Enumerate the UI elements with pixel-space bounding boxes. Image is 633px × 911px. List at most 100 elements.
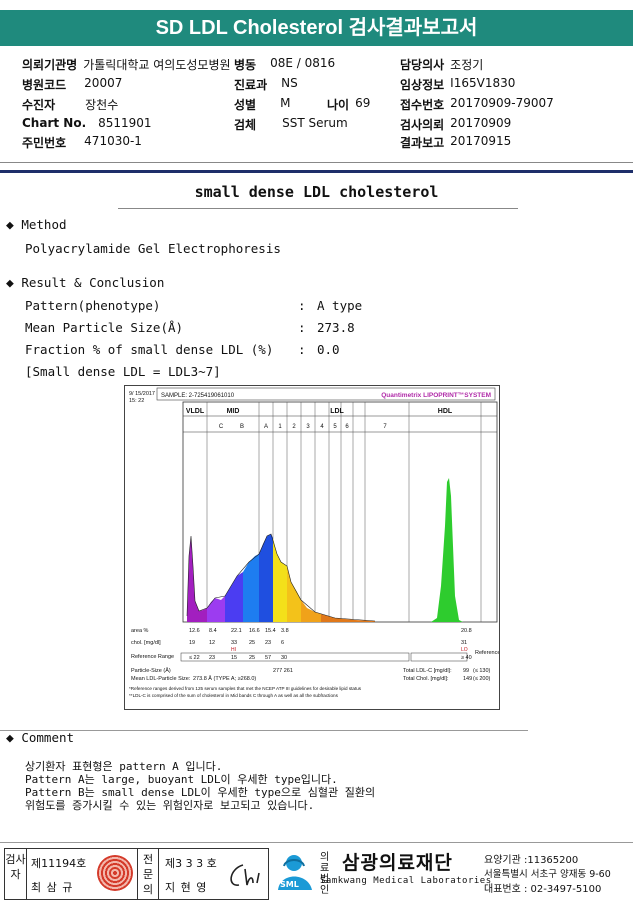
subband-label: 5 bbox=[333, 424, 337, 430]
area-value: 8.4 bbox=[209, 628, 217, 634]
comment-heading: ◆ Comment bbox=[6, 730, 75, 746]
total-chol-value: 149 bbox=[463, 676, 472, 682]
total-ldl-label: Total LDL-C [mg/dl]: bbox=[403, 668, 452, 674]
ref-label-right: Reference Range bbox=[475, 650, 499, 656]
specialist-title: 전문의 bbox=[137, 849, 159, 899]
ref-value: ≤ 22 bbox=[189, 655, 200, 661]
comment-line: 위험도를 증가시킬 수 있는 위험인자로 보고되고 있습니다. bbox=[25, 799, 315, 812]
chol-value: 6 bbox=[281, 640, 284, 646]
subband-label: 4 bbox=[320, 424, 324, 430]
particle-size-value: 277 261 bbox=[273, 668, 293, 674]
chol-value: 33 bbox=[231, 640, 237, 646]
result-label-size: Mean Particle Size(Å) bbox=[25, 320, 184, 335]
ref-value: 23 bbox=[209, 655, 215, 661]
mean-size-label: Mean LDL-Particle Size: bbox=[131, 676, 191, 682]
tester-name: 최 삼 규 bbox=[31, 881, 74, 894]
ref-value: 30 bbox=[281, 655, 287, 661]
mid-a-area bbox=[243, 554, 259, 622]
footnote-2: **LDL-C is comprised of the sum of chole… bbox=[129, 693, 339, 698]
org-address: 서울특별시 서초구 양재동 9-60 bbox=[484, 869, 611, 880]
report-title: small dense LDL cholesterol bbox=[194, 183, 439, 201]
diamond-icon: ◆ bbox=[6, 276, 14, 291]
total-ldl-value: 99 bbox=[463, 668, 469, 674]
ref-box-hdl bbox=[410, 652, 468, 662]
sml-logo-icon bbox=[278, 855, 312, 890]
area-label: area % bbox=[131, 628, 149, 634]
chol-label: chol. [mg/dl] bbox=[131, 640, 161, 646]
footnote-1: *Reference ranges derived from 125 serum… bbox=[129, 686, 362, 691]
org-english: Samkwang Medical Laboratories bbox=[320, 876, 492, 886]
specimen-row: 검체 SST Serum bbox=[234, 116, 348, 132]
sml-logo: SML bbox=[272, 850, 318, 896]
particle-size-label: Particle-Size (Å) bbox=[131, 667, 171, 674]
subband-label: A bbox=[264, 424, 268, 430]
subband-label: 2 bbox=[292, 424, 296, 430]
chol-value: 12 bbox=[209, 640, 215, 646]
area-value: 15.4 bbox=[265, 628, 276, 634]
area-value: 3.8 bbox=[281, 628, 289, 634]
request-row: 검사의뢰 20170909 bbox=[400, 116, 512, 132]
result-value-fraction: 0.0 bbox=[317, 342, 340, 357]
lipoprint-svg: 9/ 15/201715: 22 SAMPLE: 2-725419061010 Qu… bbox=[129, 387, 499, 698]
ref-label: Reference Range bbox=[131, 654, 174, 660]
subband-label: 3 bbox=[306, 424, 310, 430]
org-type: 의료법인 bbox=[320, 852, 330, 896]
ldl-2-area bbox=[273, 538, 287, 622]
org-phone: 대표번호 : 02-3497-5100 bbox=[484, 884, 602, 895]
area-value: 22.1 bbox=[231, 628, 242, 634]
total-chol-ref: (≤ 200) bbox=[473, 676, 491, 682]
lipoprint-chart: 9/ 15/2017 15: 22 SAMPLE: 2-725419061010 Qu… bbox=[124, 385, 500, 710]
mid-b-area bbox=[225, 572, 243, 622]
result-colon: : bbox=[298, 298, 306, 313]
result-value-size: 273.8 bbox=[317, 320, 355, 335]
mid-c-area bbox=[207, 596, 225, 622]
total-ldl-ref: (≤ 130) bbox=[473, 668, 491, 674]
clinical-row: 임상정보 I165V1830 bbox=[400, 76, 516, 92]
receipt-row: 접수번호 20170909-79007 bbox=[400, 96, 554, 112]
total-chol-label: Total Chol. [mg/dl]: bbox=[403, 676, 449, 682]
code-row: 병원코드 20007 bbox=[22, 76, 123, 92]
tester-title: 검사자 bbox=[5, 849, 27, 899]
title-underline bbox=[118, 208, 518, 209]
report-row: 결과보고 20170915 bbox=[400, 134, 512, 150]
ldl-4-area bbox=[301, 600, 321, 622]
diamond-icon: ◆ bbox=[6, 731, 14, 746]
divider-thin bbox=[0, 162, 633, 163]
chol-value: 23 bbox=[265, 640, 271, 646]
ref-value: 25 bbox=[249, 655, 255, 661]
diamond-icon: ◆ bbox=[6, 218, 14, 233]
chol-value: 25 bbox=[249, 640, 255, 646]
subband-label: C bbox=[219, 424, 224, 430]
area-value: 16.6 bbox=[249, 628, 260, 634]
band-label-mid: MID bbox=[227, 408, 240, 415]
signature-box: 검사자 제11194호 최 삼 규 전문의 제3 3 3 호 지 현 영 bbox=[4, 848, 269, 900]
specialist-name: 지 현 영 bbox=[165, 881, 208, 894]
result-heading: ◆ Result & Conclusion bbox=[6, 275, 165, 291]
subband-label: B bbox=[240, 424, 244, 430]
subband-label: 6 bbox=[345, 424, 349, 430]
divider-thick bbox=[0, 170, 633, 173]
seal-stamp bbox=[97, 855, 133, 891]
result-colon: : bbox=[298, 320, 306, 335]
hdl-area bbox=[431, 478, 463, 622]
ldl-1-area bbox=[259, 534, 273, 622]
signature-scribble bbox=[230, 864, 260, 886]
chart-no-row: Chart No. 8511901 bbox=[22, 116, 152, 130]
method-text: Polyacrylamide Gel Electrophoresis bbox=[25, 241, 281, 256]
mean-size-value: 273.8 Å (TYPE A; ≥268.0) bbox=[193, 675, 256, 682]
subband-label: 1 bbox=[278, 424, 282, 430]
band-label-hdl: HDL bbox=[438, 408, 453, 415]
chol-value: 19 bbox=[189, 640, 195, 646]
chart-sample: SAMPLE: 2-725419061010 bbox=[161, 393, 235, 399]
comment-divider bbox=[0, 730, 528, 731]
ward-row: 병동 08E / 0816 bbox=[234, 56, 336, 72]
sml-logo-text: SML bbox=[280, 880, 299, 889]
result-note: [Small dense LDL = LDL3~7] bbox=[25, 364, 221, 379]
area-value: 20.8 bbox=[461, 628, 472, 634]
area-value: 12.6 bbox=[189, 628, 200, 634]
chart-brand: Quantimetrix LIPOPRINT™SYSTEM bbox=[381, 392, 491, 399]
hospital-row: 의뢰기관명 가톨릭대학교 여의도성모병원 bbox=[22, 58, 231, 72]
hi-flag: HI bbox=[231, 647, 236, 653]
dept-row: 진료과 NS bbox=[234, 76, 298, 92]
ref-value: ≥ 40 bbox=[461, 655, 472, 661]
